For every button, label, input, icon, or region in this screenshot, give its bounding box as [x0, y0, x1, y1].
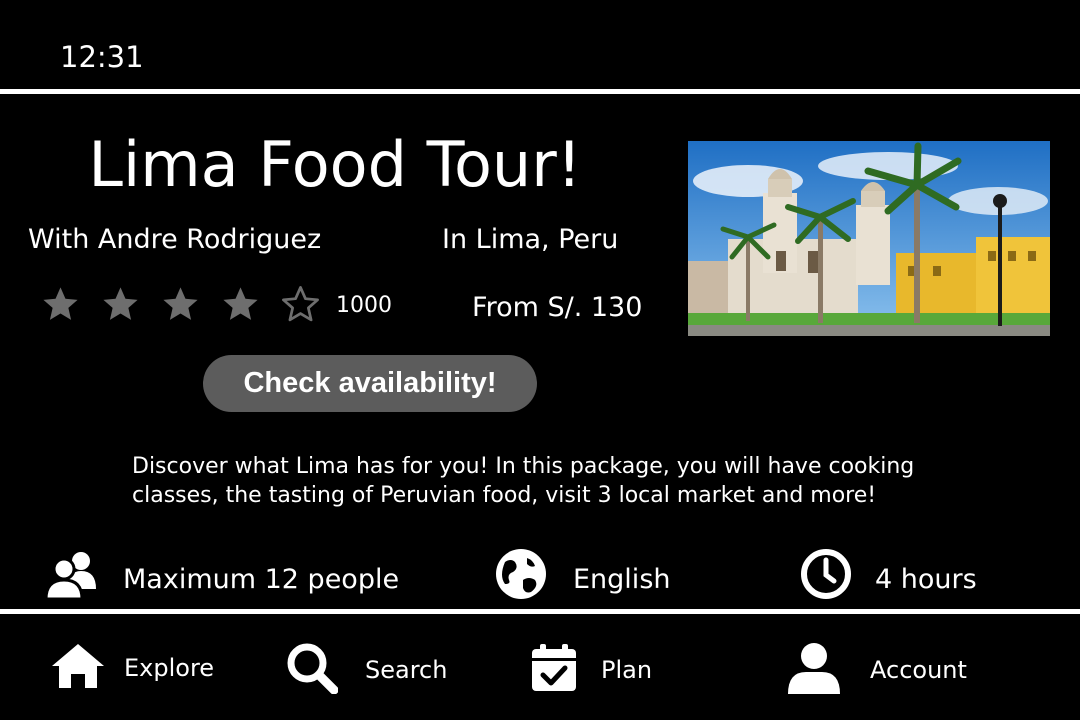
star-icon — [163, 287, 198, 320]
top-divider — [0, 89, 1080, 94]
nav-account[interactable]: Account — [788, 640, 973, 696]
feature-group-size: Maximum 12 people — [123, 564, 400, 595]
check-availability-button[interactable]: Check availability! — [203, 355, 537, 412]
tour-photo — [688, 141, 1050, 336]
group-icon — [46, 552, 96, 601]
star-outline-icon — [282, 286, 319, 322]
search-icon — [287, 643, 338, 694]
nav-plan[interactable]: Plan — [530, 640, 660, 696]
star-icon — [223, 287, 258, 320]
user-icon — [788, 643, 840, 694]
home-icon — [52, 644, 104, 688]
star-icon — [43, 287, 78, 320]
nav-account-label: Account — [870, 656, 967, 684]
tour-price: From S/. 130 — [472, 292, 643, 323]
nav-explore[interactable]: Explore — [52, 640, 215, 696]
nav-search[interactable]: Search — [286, 640, 456, 696]
star-icon — [103, 287, 138, 320]
bottom-nav-divider — [0, 609, 1080, 614]
clock-icon — [801, 549, 851, 599]
tour-location: In Lima, Peru — [442, 224, 619, 255]
nav-search-label: Search — [365, 656, 448, 684]
calendar-icon — [532, 644, 576, 691]
feature-duration: 4 hours — [875, 564, 977, 595]
review-count: 1000 — [336, 293, 392, 318]
nav-plan-label: Plan — [601, 656, 653, 684]
globe-icon — [496, 549, 546, 599]
status-time: 12:31 — [60, 40, 144, 74]
nav-explore-label: Explore — [124, 654, 215, 682]
tour-host: With Andre Rodriguez — [28, 224, 322, 255]
tour-description: Discover what Lima has for you! In this … — [132, 454, 915, 508]
tour-title: Lima Food Tour! — [88, 128, 582, 201]
feature-language: English — [573, 564, 671, 595]
rating-stars — [40, 284, 321, 325]
